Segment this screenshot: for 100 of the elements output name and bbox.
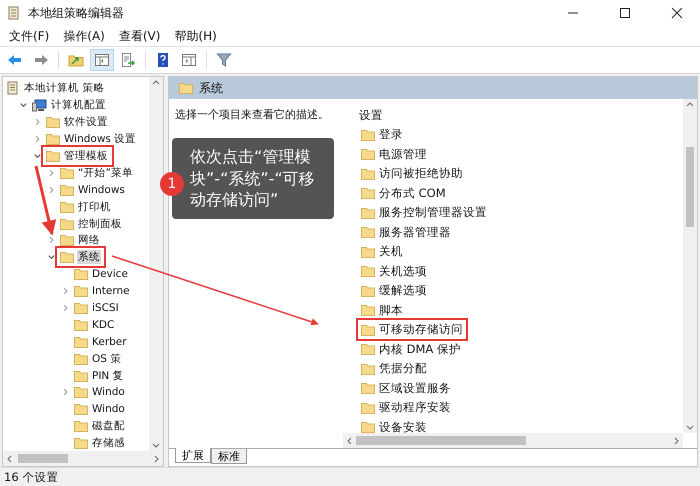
list-item[interactable]: 脚本 bbox=[379, 302, 403, 318]
folder-icon bbox=[361, 343, 375, 356]
scrollbar-thumb[interactable] bbox=[18, 454, 68, 463]
folder-icon bbox=[361, 402, 375, 414]
list-item[interactable]: 电源管理 bbox=[379, 146, 427, 162]
list-item[interactable]: 关机选项 bbox=[379, 264, 427, 279]
folder-icon bbox=[361, 226, 375, 238]
folder-icon bbox=[46, 133, 60, 146]
scroll-down-icon[interactable] bbox=[152, 443, 160, 449]
folder-icon bbox=[361, 362, 375, 375]
list-item[interactable]: 区域设置服务 bbox=[379, 380, 451, 396]
tree-item[interactable]: 本地计算机 策略 bbox=[23, 81, 106, 96]
scroll-up-icon[interactable] bbox=[686, 101, 694, 107]
view-tab[interactable]: 扩展 bbox=[175, 448, 211, 463]
scrollbar-thumb[interactable] bbox=[356, 436, 526, 445]
list-item[interactable]: 登录 bbox=[379, 127, 403, 142]
folder-icon bbox=[60, 166, 74, 179]
folder-icon bbox=[46, 150, 60, 162]
tree-item[interactable]: Windows 设置 bbox=[63, 132, 138, 146]
expand-chevron-icon[interactable] bbox=[33, 134, 42, 144]
folder-icon bbox=[60, 218, 74, 230]
folder-icon bbox=[74, 285, 88, 298]
list-item[interactable]: 服务控制管理器设置 bbox=[379, 205, 487, 220]
tree-item[interactable]: Device bbox=[91, 268, 129, 280]
tree-item[interactable]: OS 策 bbox=[91, 352, 122, 366]
folder-icon bbox=[361, 148, 375, 160]
computer-icon bbox=[32, 98, 47, 112]
folder-icon bbox=[74, 370, 88, 382]
tree-item[interactable]: Interne bbox=[91, 285, 131, 298]
tree-item[interactable]: “开始”菜单 bbox=[77, 166, 134, 180]
list-item[interactable]: 缓解选项 bbox=[379, 283, 427, 298]
vertical-scrollbar[interactable] bbox=[683, 99, 697, 433]
list-item[interactable]: 服务器管理器 bbox=[379, 224, 451, 240]
folder-icon bbox=[74, 268, 88, 280]
list-item[interactable]: 凭据分配 bbox=[379, 361, 427, 376]
vertical-scrollbar[interactable] bbox=[149, 77, 163, 451]
folder-icon bbox=[74, 352, 88, 365]
folder-icon bbox=[60, 200, 74, 213]
folder-icon bbox=[60, 184, 74, 196]
column-header[interactable]: 设置 bbox=[359, 108, 383, 122]
list-item[interactable]: 内核 DMA 保护 bbox=[379, 342, 461, 357]
folder-icon bbox=[361, 187, 375, 200]
folder-icon bbox=[60, 251, 74, 264]
list-item[interactable]: 访问被拒绝协助 bbox=[379, 166, 463, 182]
tree-item[interactable]: Windows bbox=[77, 184, 126, 196]
tree-item[interactable]: 软件设置 bbox=[63, 115, 109, 130]
tree-item[interactable]: 计算机配置 bbox=[50, 98, 107, 112]
tree-item[interactable]: 管理模板 bbox=[63, 149, 109, 163]
folder-icon bbox=[74, 336, 88, 348]
status-text: 16 个设置 bbox=[4, 470, 58, 484]
tree-item[interactable]: Windo bbox=[91, 403, 126, 416]
scroll-right-icon[interactable] bbox=[154, 454, 160, 462]
scroll-right-icon[interactable] bbox=[674, 436, 680, 444]
folder-icon bbox=[361, 206, 375, 219]
expand-chevron-icon[interactable] bbox=[33, 117, 42, 128]
scrollbar-thumb[interactable] bbox=[686, 147, 694, 227]
tree-item[interactable]: 网络 bbox=[77, 233, 101, 248]
list-item[interactable]: 设备安装 bbox=[379, 420, 427, 433]
list-item[interactable]: 可移动存储访问 bbox=[379, 322, 463, 338]
expand-chevron-icon[interactable] bbox=[61, 387, 70, 398]
expand-chevron-icon[interactable] bbox=[47, 235, 56, 246]
menu-item[interactable]: 帮助(H) bbox=[167, 28, 224, 44]
menu-item[interactable]: 查看(V) bbox=[112, 28, 168, 44]
list-item[interactable]: 驱动程序安装 bbox=[379, 400, 451, 416]
document-icon bbox=[7, 81, 20, 96]
folder-icon bbox=[361, 246, 375, 258]
tree-item[interactable]: Windo bbox=[91, 386, 126, 398]
pane-title: 系统 bbox=[199, 80, 223, 96]
folder-icon bbox=[361, 382, 375, 394]
folder-icon bbox=[74, 403, 88, 416]
tree-item[interactable]: KDC bbox=[91, 318, 116, 331]
back-arrow-icon bbox=[7, 52, 23, 68]
list-item[interactable]: 分布式 COM bbox=[379, 186, 446, 201]
tree-item[interactable]: 存储感 bbox=[91, 436, 126, 450]
forward-arrow-icon bbox=[33, 52, 49, 68]
folder-icon bbox=[179, 82, 193, 94]
menu-item[interactable]: 操作(A) bbox=[56, 28, 112, 44]
expand-chevron-icon[interactable] bbox=[61, 286, 70, 296]
show-tree-button[interactable] bbox=[90, 49, 114, 71]
scroll-left-icon[interactable] bbox=[6, 454, 12, 462]
tree-item[interactable]: PIN 复 bbox=[91, 368, 125, 383]
view-tab[interactable]: 标准 bbox=[211, 449, 247, 464]
tree-item[interactable]: 磁盘配 bbox=[91, 419, 126, 434]
expand-chevron-icon[interactable] bbox=[61, 303, 70, 314]
tree-item[interactable]: Kerber bbox=[91, 336, 128, 348]
horizontal-scrollbar[interactable] bbox=[343, 433, 683, 448]
folder-icon bbox=[361, 284, 375, 297]
scroll-up-icon[interactable] bbox=[152, 79, 160, 85]
list-item[interactable]: 关机 bbox=[379, 244, 403, 260]
scroll-left-icon[interactable] bbox=[346, 436, 352, 444]
tree-item[interactable]: 控制面板 bbox=[77, 216, 123, 231]
tree-item[interactable]: iSCSI bbox=[91, 302, 120, 314]
folder-icon bbox=[74, 420, 88, 432]
scroll-down-icon[interactable] bbox=[686, 425, 694, 431]
menu-item[interactable]: 文件(F) bbox=[2, 28, 56, 44]
horizontal-scrollbar[interactable] bbox=[3, 451, 163, 466]
tree-item[interactable]: 系统 bbox=[77, 250, 101, 264]
expand-chevron-icon[interactable] bbox=[47, 184, 56, 195]
expand-chevron-icon[interactable] bbox=[47, 168, 56, 178]
tree-item[interactable]: 打印机 bbox=[77, 200, 112, 214]
